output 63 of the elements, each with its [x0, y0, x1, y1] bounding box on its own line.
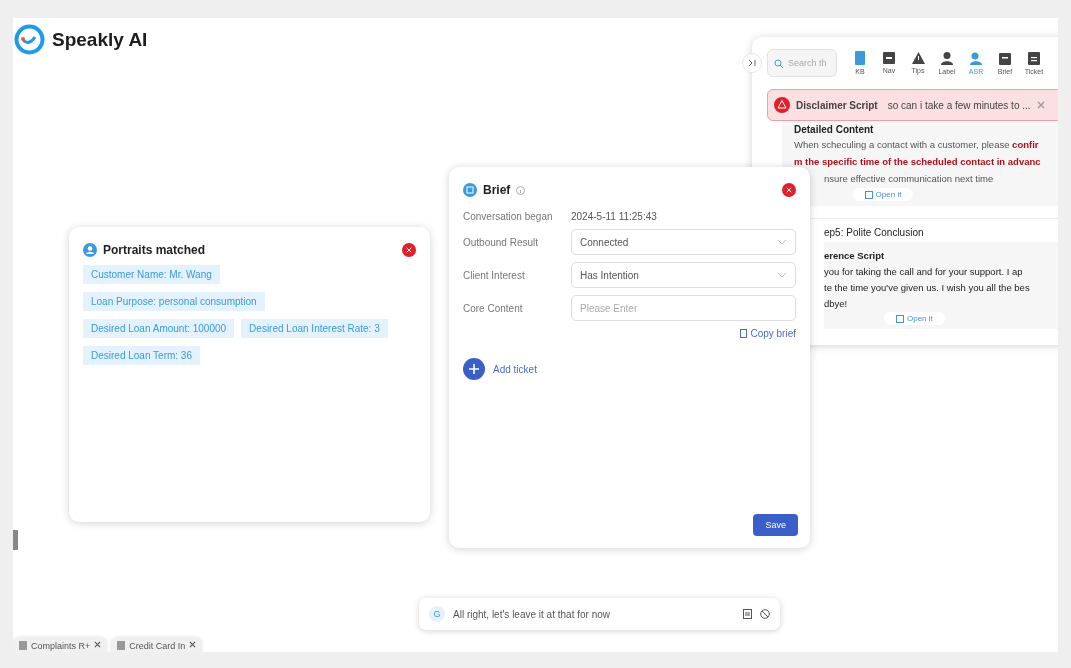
field-label: Conversation began	[463, 211, 554, 222]
chevron-down-icon	[777, 239, 787, 245]
resize-handle[interactable]	[13, 530, 18, 550]
section-heading: Detailed Content	[794, 124, 875, 135]
search-icon	[774, 59, 783, 68]
portrait-tag: Desired Loan Term: 36	[83, 346, 200, 365]
portrait-tag: Customer Name: Mr. Wang	[83, 265, 220, 284]
select-field[interactable]: Has Intention	[571, 262, 796, 288]
copy-link[interactable]: Copy brief	[740, 328, 796, 339]
document-icon	[463, 183, 477, 197]
open-button[interactable]: Open it	[884, 312, 945, 325]
warning-icon	[911, 52, 925, 64]
save-button[interactable]: Save	[753, 514, 798, 536]
search-field[interactable]: Search th	[767, 49, 837, 77]
person-icon	[941, 51, 953, 65]
field-label: Client Interest	[463, 269, 526, 281]
alert-text: so can i take a few minutes to ...	[887, 99, 1031, 111]
close-icon[interactable]	[782, 183, 796, 197]
copy-icon	[740, 329, 748, 338]
warning-icon	[774, 97, 790, 113]
chat-text: All right, let's leave it at that for now	[453, 608, 611, 620]
chat-input[interactable]: G All right, let's leave it at that for now	[419, 598, 780, 630]
user-icon	[83, 243, 97, 257]
step-title: ep5: Polite Conclusion	[824, 227, 925, 238]
content-line: dbye!	[824, 297, 849, 311]
clipboard-icon	[999, 51, 1011, 65]
plus-icon	[463, 358, 485, 380]
content-line: te the time you've given us. I wish you all the bes	[824, 281, 1031, 295]
app-name: Speakly AI	[52, 28, 148, 51]
card-title: Portraits matched	[103, 243, 206, 257]
input-field[interactable]: Please Enter	[571, 295, 796, 321]
timestamp: 2024-5-11 11:25:43	[571, 211, 657, 222]
card-title: Brief	[483, 183, 511, 197]
section-heading: erence Script	[824, 249, 886, 263]
tab[interactable]: Credit Card In	[111, 637, 203, 652]
info-icon	[516, 185, 526, 195]
open-icon	[864, 190, 873, 199]
add-ticket-link[interactable]: Add ticket	[463, 358, 796, 380]
close-icon[interactable]	[94, 641, 102, 648]
panel-icon	[883, 52, 895, 64]
open-icon	[896, 314, 904, 323]
portrait-tag: Desired Loan Amount: 100000	[83, 319, 235, 338]
logo-icon	[14, 24, 45, 55]
chevron-down-icon	[777, 272, 787, 278]
list-icon	[1028, 51, 1040, 65]
content-line: you for taking the call and for your support. I ap	[824, 265, 1024, 279]
content-line: m the specific time of the scheduled contact in advanc	[794, 155, 1042, 169]
tab[interactable]: Complaints R+	[13, 637, 108, 652]
collapse-icon	[748, 59, 756, 67]
portrait-tag: Desired Loan Interest Rate: 3	[241, 319, 388, 338]
content-line: When scheculing a contact with a customer, please confir	[794, 138, 1040, 152]
document-icon[interactable]	[743, 609, 752, 619]
open-button[interactable]: Open it	[852, 188, 914, 201]
field-label: Core Content	[463, 302, 524, 314]
block-icon[interactable]	[760, 609, 770, 619]
select-field[interactable]: Connected	[571, 229, 796, 255]
portrait-tag: Loan Purpose: personal consumption	[83, 292, 265, 311]
field-label: Outbound Result	[463, 236, 540, 248]
alert-title: Disclaimer Script	[796, 99, 878, 111]
close-icon[interactable]	[189, 641, 197, 648]
close-icon[interactable]	[402, 243, 416, 257]
content-line: nsure effective communication next time	[823, 172, 995, 186]
avatar: G	[429, 606, 445, 622]
